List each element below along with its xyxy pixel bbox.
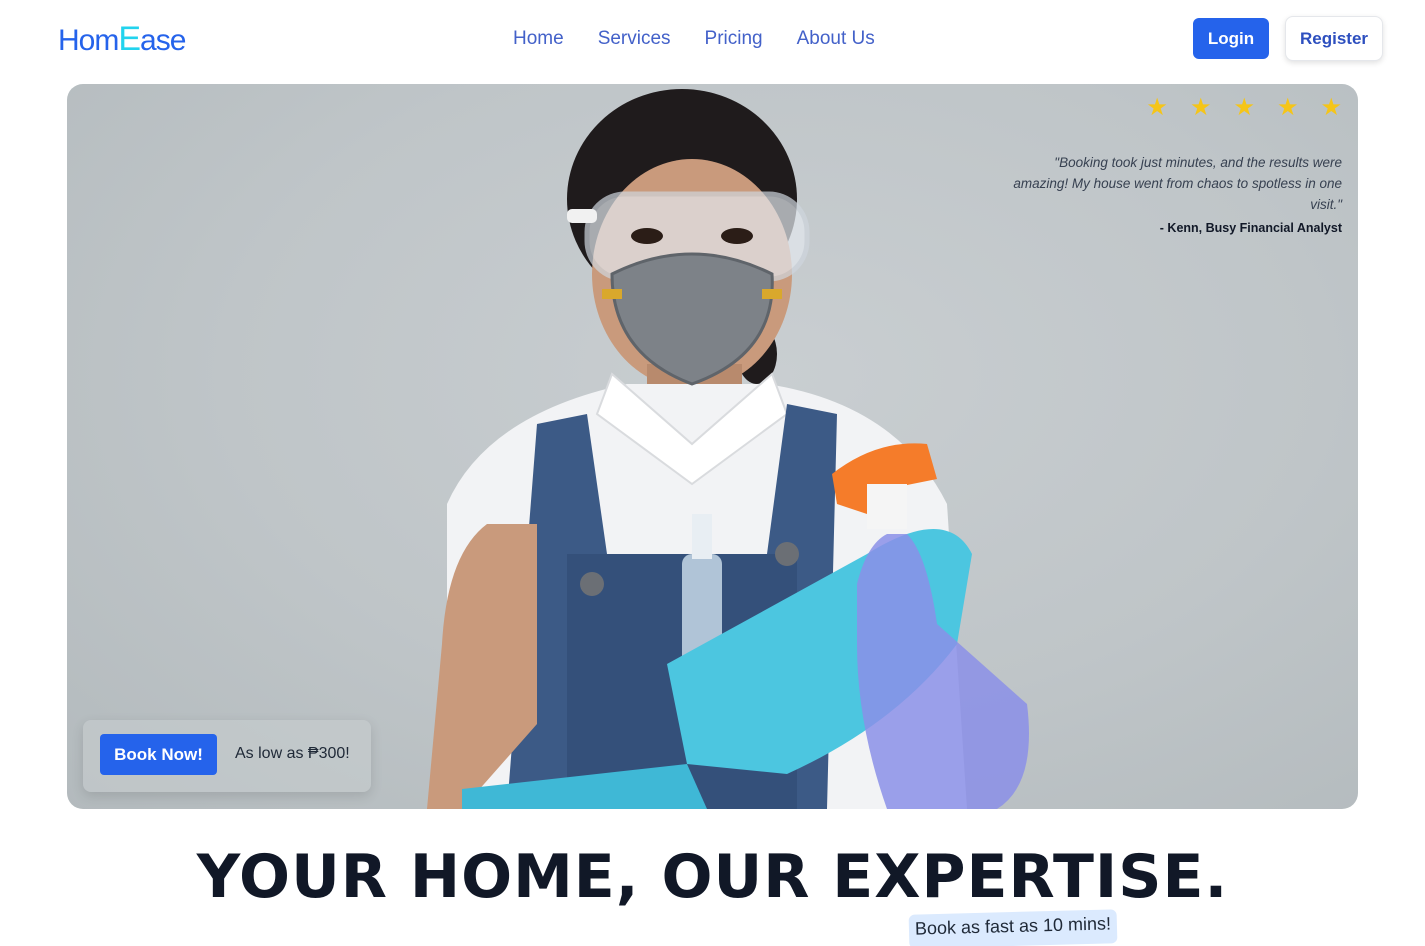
testimonial: "Booking took just minutes, and the resu… [1002, 152, 1342, 235]
testimonial-quote: "Booking took just minutes, and the resu… [1013, 155, 1342, 212]
logo-text-e: E [118, 20, 141, 58]
site-header: Hom E ase Home Services Pricing About Us… [0, 0, 1425, 80]
testimonial-author: - Kenn, Busy Financial Analyst [1159, 221, 1342, 235]
nav-pricing[interactable]: Pricing [705, 28, 763, 50]
page-headline: YOUR HOME, OUR EXPERTISE. [196, 842, 1229, 912]
star-icon: ★ [1146, 94, 1168, 121]
nav-services[interactable]: Services [598, 28, 671, 50]
nav-about-us[interactable]: About Us [797, 28, 875, 50]
logo-text-start: Hom [58, 24, 119, 57]
price-note: As low as ₱300! [235, 745, 350, 762]
booking-speed-badge: Book as fast as 10 mins! [908, 909, 1118, 946]
star-icon: ★ [1233, 94, 1255, 121]
register-button[interactable]: Register [1285, 16, 1383, 61]
login-button[interactable]: Login [1193, 18, 1269, 59]
book-now-button[interactable]: Book Now! [100, 734, 217, 775]
star-icon: ★ [1320, 94, 1342, 121]
booking-card: Book Now! As low as ₱300! [83, 720, 371, 792]
rating-stars: ★ ★ ★ ★ ★ [1146, 96, 1342, 120]
star-icon: ★ [1276, 94, 1299, 121]
main-nav: Home Services Pricing About Us [513, 28, 875, 50]
hero-banner: ★ ★ ★ ★ ★ "Booking took just minutes, an… [67, 84, 1358, 809]
star-icon: ★ [1189, 94, 1212, 121]
nav-home[interactable]: Home [513, 28, 564, 50]
logo-text-end: ase [140, 24, 186, 57]
homease-logo[interactable]: Hom E ase [58, 20, 186, 59]
